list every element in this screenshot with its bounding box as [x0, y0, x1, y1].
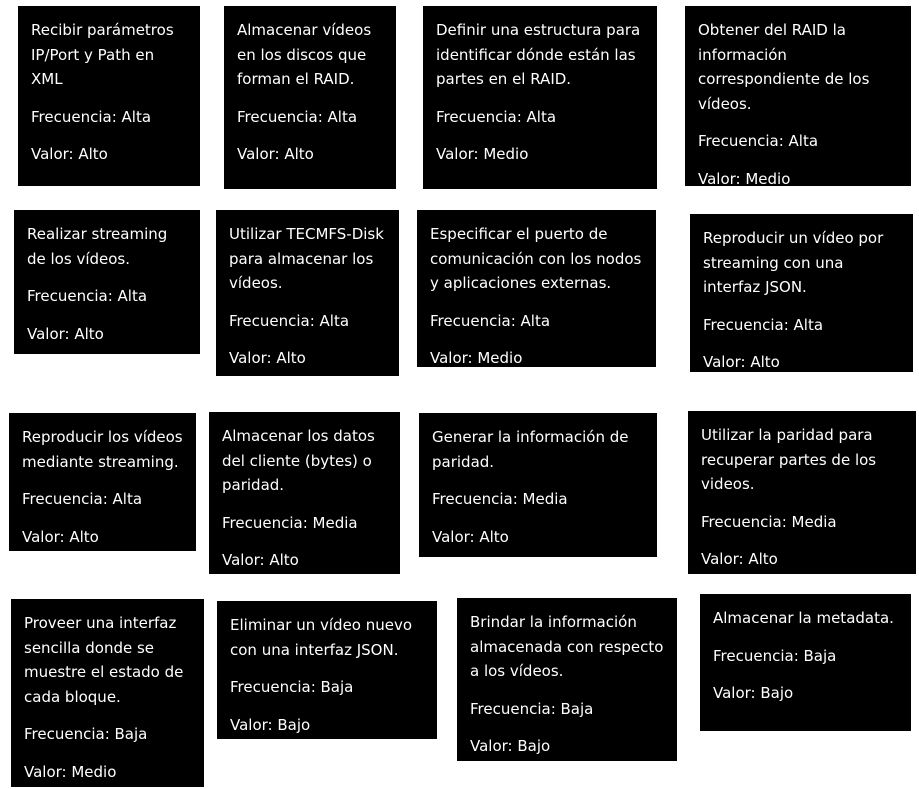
requirement-card: Almacenar la metadata. Frecuencia: Baja … — [700, 594, 911, 731]
card-task: Proveer una interfaz sencilla donde se m… — [24, 614, 184, 706]
requirement-card: Brindar la información almacenada con re… — [457, 598, 677, 761]
card-frequency: Frecuencia: Baja — [24, 725, 148, 743]
card-value: Valor: Medio — [24, 762, 117, 781]
requirement-card: Obtener del RAID la información correspo… — [685, 6, 911, 188]
card-value: Valor: Bajo — [230, 715, 311, 734]
requirement-card: Generar la información de paridad. Frecu… — [419, 413, 657, 557]
card-task: Utilizar TECMFS-Disk para almacenar los … — [229, 225, 384, 292]
card-value: Valor: Medio — [436, 145, 529, 163]
requirement-card: Recibir parámetros IP/Port y Path en XML… — [18, 6, 200, 186]
card-task: Almacenar la metadata. — [713, 609, 894, 627]
card-value: Valor: Alto — [27, 324, 104, 343]
card-frequency: Frecuencia: Baja — [713, 646, 837, 665]
card-value: Valor: Alto — [237, 145, 314, 163]
card-task: Brindar la información almacenada con re… — [470, 613, 664, 680]
card-value: Valor: Bajo — [713, 684, 794, 702]
card-frequency: Frecuencia: Media — [222, 513, 358, 532]
card-task: Definir una estructura para identificar … — [436, 21, 641, 88]
card-task: Reproducir los vídeos mediante streaming… — [22, 428, 183, 471]
requirement-card: Almacenar los datos del cliente (bytes) … — [209, 412, 400, 574]
card-frequency: Frecuencia: Baja — [230, 678, 354, 696]
card-task: Utilizar la paridad para recuperar parte… — [701, 426, 877, 493]
card-task: Reproducir un vídeo por streaming con un… — [703, 229, 884, 296]
card-value: Valor: Alto — [701, 550, 778, 568]
requirement-card: Almacenar vídeos en los discos que forma… — [224, 6, 396, 189]
card-value: Valor: Alto — [22, 527, 99, 546]
card-frequency: Frecuencia: Media — [432, 490, 568, 508]
requirement-card: Eliminar un vídeo nuevo con una interfaz… — [217, 601, 437, 739]
card-value: Valor: Alto — [703, 353, 780, 371]
card-task: Realizar streaming de los vídeos. — [27, 225, 168, 268]
card-task: Generar la información de paridad. — [432, 428, 629, 471]
card-task: Almacenar los datos del cliente (bytes) … — [222, 427, 375, 494]
card-value: Valor: Medio — [430, 349, 523, 367]
card-value: Valor: Bajo — [470, 737, 551, 755]
card-task: Eliminar un vídeo nuevo con una interfaz… — [230, 616, 413, 659]
card-task: Almacenar vídeos en los discos que forma… — [237, 21, 372, 88]
requirement-card: Definir una estructura para identificar … — [423, 6, 657, 189]
card-frequency: Frecuencia: Alta — [703, 315, 824, 334]
card-frequency: Frecuencia: Alta — [27, 287, 148, 305]
card-frequency: Frecuencia: Alta — [698, 132, 819, 150]
requirement-card: Especificar el puerto de comunicación co… — [417, 210, 656, 367]
card-frequency: Frecuencia: Alta — [22, 490, 143, 508]
card-frequency: Frecuencia: Alta — [31, 107, 152, 126]
card-frequency: Frecuencia: Baja — [470, 699, 594, 718]
requirement-card: Utilizar TECMFS-Disk para almacenar los … — [216, 210, 399, 376]
card-frequency: Frecuencia: Alta — [229, 311, 350, 330]
card-frequency: Frecuencia: Alta — [430, 311, 551, 330]
card-value: Valor: Medio — [698, 169, 791, 188]
requirement-card: Proveer una interfaz sencilla donde se m… — [11, 599, 204, 787]
requirement-card: Reproducir los vídeos mediante streaming… — [9, 413, 196, 551]
card-frequency: Frecuencia: Media — [701, 512, 837, 531]
card-task: Recibir parámetros IP/Port y Path en XML — [31, 21, 174, 88]
card-task: Obtener del RAID la información correspo… — [698, 21, 870, 113]
card-task: Especificar el puerto de comunicación co… — [430, 225, 642, 292]
card-value: Valor: Alto — [222, 551, 299, 569]
requirement-card: Utilizar la paridad para recuperar parte… — [688, 411, 916, 574]
requirement-card: Realizar streaming de los vídeos. Frecue… — [14, 210, 200, 354]
requirement-card: Reproducir un vídeo por streaming con un… — [690, 214, 913, 372]
card-frequency: Frecuencia: Alta — [237, 107, 358, 126]
card-value: Valor: Alto — [31, 145, 108, 163]
card-value: Valor: Alto — [432, 527, 509, 546]
card-frequency: Frecuencia: Alta — [436, 107, 557, 126]
card-value: Valor: Alto — [229, 349, 306, 367]
